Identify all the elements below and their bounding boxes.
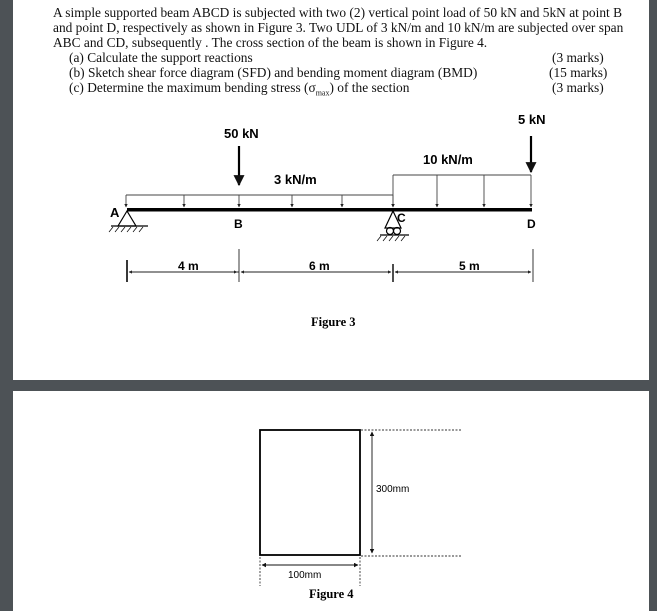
beam-cross-section	[259, 429, 361, 556]
figure-4-cross-section: 300mm 100mm Figure 4	[259, 429, 461, 601]
label-3kn-m: 3 kN/m	[274, 172, 317, 187]
span-label-6m: 6 m	[309, 259, 330, 273]
height-label: 300mm	[376, 484, 409, 495]
udl-10kn-arrows	[391, 174, 533, 208]
figure-4-caption: Figure 4	[309, 587, 354, 601]
label-point-a: A	[110, 205, 120, 220]
label-50kn: 50 kN	[224, 126, 259, 141]
width-label: 100mm	[288, 570, 321, 581]
span-label-5m: 5 m	[459, 259, 480, 273]
udl-3kn-arrows	[124, 194, 395, 208]
span-label-4m: 4 m	[178, 259, 199, 273]
document-page-1: A simple supported beam ABCD is subjecte…	[13, 0, 649, 380]
label-point-c: C	[397, 211, 406, 225]
figure-3-beam-diagram: 50 kN 5 kN 3 kN/m 10 kN/m A B C D 4 m 6 …	[108, 112, 545, 329]
label-point-d: D	[527, 217, 536, 231]
beam	[127, 208, 532, 212]
label-5kn: 5 kN	[518, 112, 545, 127]
document-page-2: 300mm 100mm Figure 4	[13, 391, 649, 611]
label-point-b: B	[234, 217, 243, 231]
figure-3-caption: Figure 3	[311, 315, 356, 329]
label-10kn-m: 10 kN/m	[423, 152, 473, 167]
